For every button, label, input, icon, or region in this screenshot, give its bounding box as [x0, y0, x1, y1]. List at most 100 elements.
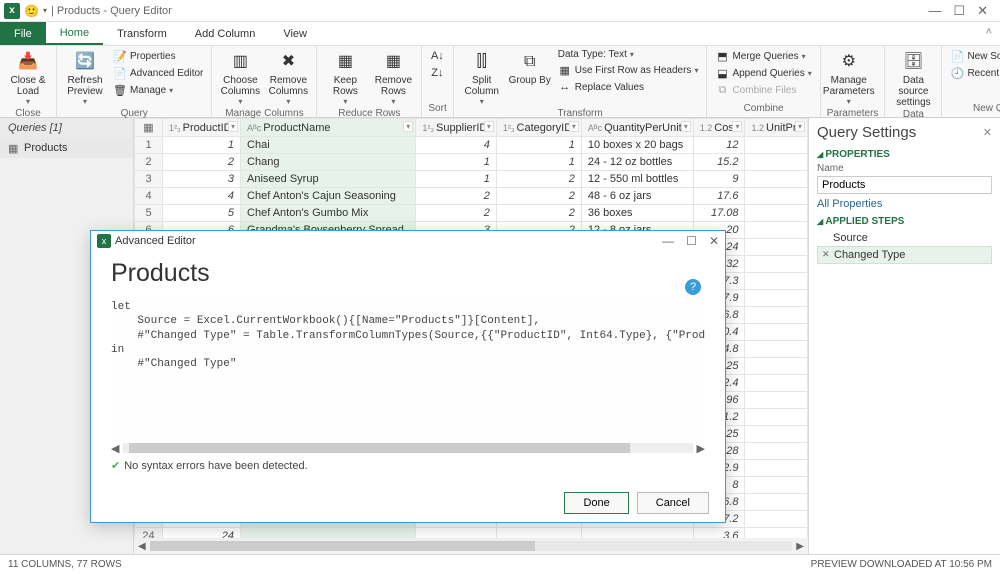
code-editor[interactable]: let Source = Excel.CurrentWorkbook(){[Na… [111, 296, 705, 441]
column-header-productid[interactable]: 1²₃ProductID▾ [163, 119, 241, 137]
cell[interactable] [416, 528, 497, 539]
maximize-icon[interactable]: ☐ [953, 3, 965, 19]
advanced-editor-button[interactable]: 📄Advanced Editor [111, 65, 205, 81]
cell[interactable]: 2 [496, 171, 581, 188]
step-changed-type[interactable]: Changed Type [817, 246, 992, 264]
editor-scrollbar-thumb[interactable] [129, 443, 630, 453]
cell[interactable] [241, 528, 416, 539]
editor-scroll-left-icon[interactable]: ◀ [111, 442, 119, 455]
properties-button[interactable]: 📝Properties [111, 48, 205, 64]
cell[interactable] [745, 222, 808, 239]
cell[interactable] [745, 511, 808, 528]
replace-values-button[interactable]: ↔Replace Values [556, 79, 701, 95]
tab-view[interactable]: View [269, 22, 321, 45]
cell[interactable] [745, 273, 808, 290]
filter-dropdown-icon[interactable]: ▾ [732, 121, 742, 132]
filter-dropdown-icon[interactable]: ▾ [484, 121, 494, 132]
cell[interactable] [745, 205, 808, 222]
tab-file[interactable]: File [0, 22, 46, 45]
row-number[interactable]: 2 [135, 154, 163, 171]
choose-columns-button[interactable]: ▥Choose Columns [218, 48, 262, 107]
cell[interactable]: 48 - 6 oz jars [581, 188, 693, 205]
cell[interactable] [745, 256, 808, 273]
cell[interactable] [745, 171, 808, 188]
cell[interactable] [745, 154, 808, 171]
data-type-button[interactable]: Data Type: Text [556, 48, 701, 61]
cell[interactable]: 2 [416, 205, 497, 222]
cell[interactable]: Chang [241, 154, 416, 171]
cell[interactable]: Chai [241, 137, 416, 154]
filter-dropdown-icon[interactable]: ▾ [681, 121, 691, 132]
refresh-preview-button[interactable]: 🔄Refresh Preview [63, 48, 107, 107]
cell[interactable]: 1 [163, 137, 241, 154]
dialog-minimize-icon[interactable]: — [662, 234, 674, 248]
row-number[interactable]: 1 [135, 137, 163, 154]
cell[interactable]: 2 [496, 188, 581, 205]
corner-cell[interactable]: ▦ [135, 119, 163, 137]
remove-columns-button[interactable]: ✖Remove Columns [266, 48, 310, 107]
column-header-cost[interactable]: 1.2Cost▾ [693, 119, 745, 137]
row-number[interactable]: 4 [135, 188, 163, 205]
group-by-button[interactable]: ⧉Group By [508, 48, 552, 86]
query-item-products[interactable]: Products [0, 138, 133, 158]
filter-dropdown-icon[interactable]: ▾ [403, 121, 413, 132]
cell[interactable] [745, 188, 808, 205]
emoji-icon[interactable]: 🙂 [24, 4, 39, 18]
cell[interactable]: 12 [693, 137, 745, 154]
scrollbar-thumb[interactable] [150, 541, 536, 551]
cell[interactable]: 1 [416, 171, 497, 188]
sort-desc-button[interactable]: Z↓ [428, 65, 446, 81]
filter-dropdown-icon[interactable]: ▾ [569, 121, 579, 132]
cell[interactable]: 2 [163, 154, 241, 171]
cell[interactable] [745, 137, 808, 154]
cell[interactable] [745, 324, 808, 341]
scroll-left-icon[interactable]: ◀ [138, 541, 146, 552]
column-header-unitpri[interactable]: 1.2UnitPri▾ [745, 119, 808, 137]
cell[interactable]: 24 - 12 oz bottles [581, 154, 693, 171]
cell[interactable]: 3 [163, 171, 241, 188]
all-properties-link[interactable]: All Properties [817, 198, 992, 210]
ribbon-collapse-icon[interactable]: ˄ [978, 22, 1000, 45]
data-source-settings-button[interactable]: 🗄Data source settings [891, 48, 935, 108]
cell[interactable]: 1 [496, 137, 581, 154]
editor-scrollbar[interactable]: ◀ ▶ [111, 441, 705, 455]
column-header-productname[interactable]: AᴮᴄProductName▾ [241, 119, 416, 137]
query-name-input[interactable] [817, 176, 992, 194]
row-number[interactable]: 24 [135, 528, 163, 539]
cell[interactable]: 17.6 [693, 188, 745, 205]
keep-rows-button[interactable]: ▦Keep Rows [323, 48, 367, 107]
close-settings-icon[interactable]: ✕ [983, 126, 992, 139]
sort-asc-button[interactable]: A↓ [428, 48, 446, 64]
append-queries-button[interactable]: ⬓Append Queries [713, 65, 813, 81]
close-load-button[interactable]: 📥Close & Load [6, 48, 50, 107]
dialog-maximize-icon[interactable]: ☐ [686, 234, 697, 248]
cell[interactable]: 10 boxes x 20 bags [581, 137, 693, 154]
cell[interactable] [745, 494, 808, 511]
step-source[interactable]: Source [817, 230, 992, 246]
cell[interactable] [745, 307, 808, 324]
close-icon[interactable]: ✕ [977, 3, 988, 19]
merge-queries-button[interactable]: ⬒Merge Queries [713, 48, 813, 64]
cell[interactable] [496, 528, 581, 539]
cell[interactable] [745, 426, 808, 443]
cell[interactable] [581, 528, 693, 539]
horizontal-scrollbar[interactable]: ◀ ▶ [134, 538, 808, 554]
cell[interactable] [745, 443, 808, 460]
split-column-button[interactable]: ⫿⫿Split Column [460, 48, 504, 107]
row-number[interactable]: 3 [135, 171, 163, 188]
cell[interactable]: 3.6 [693, 528, 745, 539]
cell[interactable]: 36 boxes [581, 205, 693, 222]
first-row-headers-button[interactable]: ▦Use First Row as Headers [556, 62, 701, 78]
column-header-quantityperunit[interactable]: AᴮᴄQuantityPerUnit▾ [581, 119, 693, 137]
combine-files-button[interactable]: ⧉Combine Files [713, 82, 813, 98]
cell[interactable]: 2 [496, 205, 581, 222]
cell[interactable]: 9 [693, 171, 745, 188]
cell[interactable] [745, 358, 808, 375]
cell[interactable] [745, 290, 808, 307]
remove-rows-button[interactable]: ▦Remove Rows [371, 48, 415, 107]
cell[interactable] [745, 528, 808, 539]
cell[interactable]: Aniseed Syrup [241, 171, 416, 188]
cell[interactable] [745, 392, 808, 409]
cell[interactable]: 1 [416, 154, 497, 171]
dialog-close-icon[interactable]: ✕ [709, 234, 719, 248]
